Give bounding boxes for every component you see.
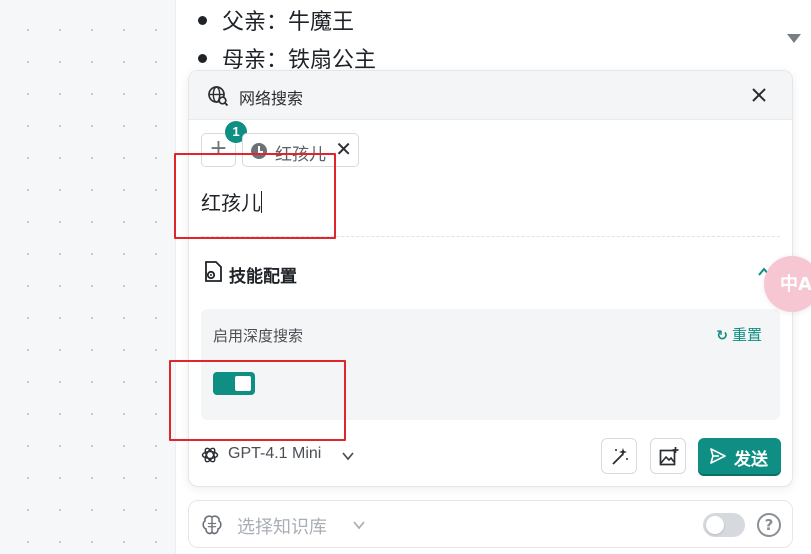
reset-icon: ↻: [716, 328, 728, 344]
model-selector[interactable]: GPT-4.1 Mini: [228, 445, 321, 463]
help-icon[interactable]: ?: [757, 513, 781, 537]
toggle-knob: [706, 516, 724, 534]
chevron-down-icon[interactable]: [341, 449, 355, 463]
magic-wand-icon: [612, 448, 628, 465]
knowledge-base-toggle[interactable]: [703, 513, 745, 537]
annotation-box-query: [174, 153, 336, 239]
send-label: 发送: [734, 450, 768, 470]
brain-icon: [202, 515, 222, 535]
skill-config-title: 技能配置: [229, 267, 297, 287]
panel-header: 网络搜索: [189, 71, 792, 120]
chevron-down-icon[interactable]: [352, 518, 366, 532]
knowledge-base-bar: 选择知识库 ?: [188, 500, 793, 548]
left-divider: [175, 0, 176, 554]
send-icon: [710, 448, 726, 464]
image-add-button[interactable]: [650, 438, 686, 474]
send-button[interactable]: 发送: [698, 438, 781, 474]
close-button[interactable]: [748, 84, 770, 106]
translate-icon: 中A: [780, 274, 811, 295]
chip-remove-icon[interactable]: ✕: [335, 137, 352, 161]
openai-icon: [201, 447, 219, 463]
annotation-box-toggle: [169, 360, 346, 441]
image-add-icon: [659, 447, 679, 466]
list-item: 父亲：牛魔王: [197, 4, 354, 36]
reset-label: 重置: [731, 326, 762, 344]
document-content: 父亲：牛魔王 母亲：铁扇公主: [176, 0, 811, 80]
panel-title: 网络搜索: [239, 89, 304, 108]
knowledge-base-selector[interactable]: 选择知识库: [237, 513, 327, 539]
deep-search-label: 启用深度搜索: [213, 327, 304, 345]
magic-wand-button[interactable]: [601, 438, 637, 474]
globe-search-icon: [208, 86, 229, 107]
skill-config-icon: [205, 261, 222, 282]
reset-button[interactable]: ↻ 重置: [716, 324, 762, 345]
scroll-down-icon[interactable]: [787, 34, 801, 43]
close-icon: [752, 88, 766, 102]
dotted-canvas-background: [0, 0, 175, 554]
translate-fab[interactable]: 中A: [764, 256, 811, 312]
